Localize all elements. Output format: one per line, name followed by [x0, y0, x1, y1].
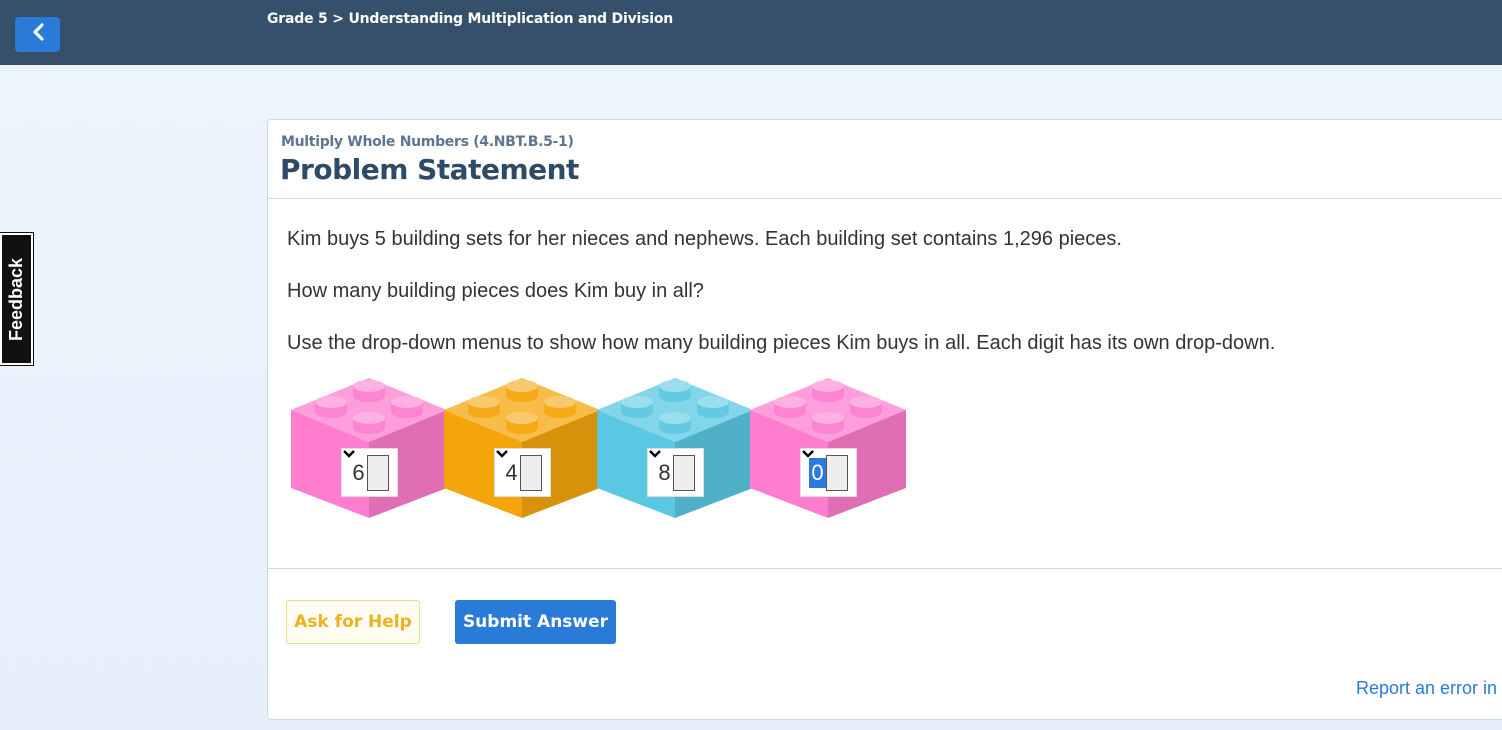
- card-header: Multiply Whole Numbers (4.NBT.B.5-1) Pro…: [268, 120, 1502, 199]
- standard-label: Multiply Whole Numbers (4.NBT.B.5-1): [281, 134, 574, 150]
- brick-digit-2: 4: [444, 378, 604, 523]
- digit-bricks: 6 4 8 0: [291, 378, 911, 523]
- divider: [268, 568, 1502, 569]
- chevron-down-icon[interactable]: [343, 450, 389, 491]
- problem-card: Multiply Whole Numbers (4.NBT.B.5-1) Pro…: [267, 119, 1502, 720]
- chevron-left-icon: [31, 23, 45, 46]
- chevron-down-icon[interactable]: [496, 450, 542, 491]
- digit-select-4[interactable]: 0: [800, 448, 857, 497]
- feedback-tab[interactable]: Feedback: [0, 232, 34, 366]
- chevron-down-icon[interactable]: [649, 450, 695, 491]
- brick-digit-3: 8: [597, 378, 757, 523]
- digit-value-3: 8: [658, 459, 671, 485]
- submit-answer-button[interactable]: Submit Answer: [455, 600, 616, 644]
- problem-text-3: Use the drop-down menus to show how many…: [287, 332, 1276, 354]
- back-button[interactable]: [15, 17, 60, 52]
- ask-for-help-button[interactable]: Ask for Help: [286, 600, 420, 644]
- problem-text-2: How many building pieces does Kim buy in…: [287, 280, 704, 302]
- digit-select-1[interactable]: 6: [341, 448, 398, 497]
- brick-digit-1: 6: [291, 378, 451, 523]
- digit-select-3[interactable]: 8: [647, 448, 704, 497]
- top-bar: Grade 5 > Understanding Multiplication a…: [0, 0, 1502, 65]
- digit-select-2[interactable]: 4: [494, 448, 551, 497]
- report-error-link[interactable]: Report an error in: [1356, 678, 1497, 699]
- digit-value-4: 0: [809, 457, 826, 488]
- problem-text-1: Kim buys 5 building sets for her nieces …: [287, 228, 1122, 250]
- feedback-label: Feedback: [6, 257, 27, 341]
- page-title: Problem Statement: [280, 153, 579, 186]
- breadcrumb[interactable]: Grade 5 > Understanding Multiplication a…: [267, 11, 673, 27]
- brick-digit-4: 0: [750, 378, 910, 523]
- digit-value-1: 6: [352, 459, 365, 485]
- chevron-down-icon[interactable]: [802, 450, 848, 491]
- digit-value-2: 4: [505, 459, 518, 485]
